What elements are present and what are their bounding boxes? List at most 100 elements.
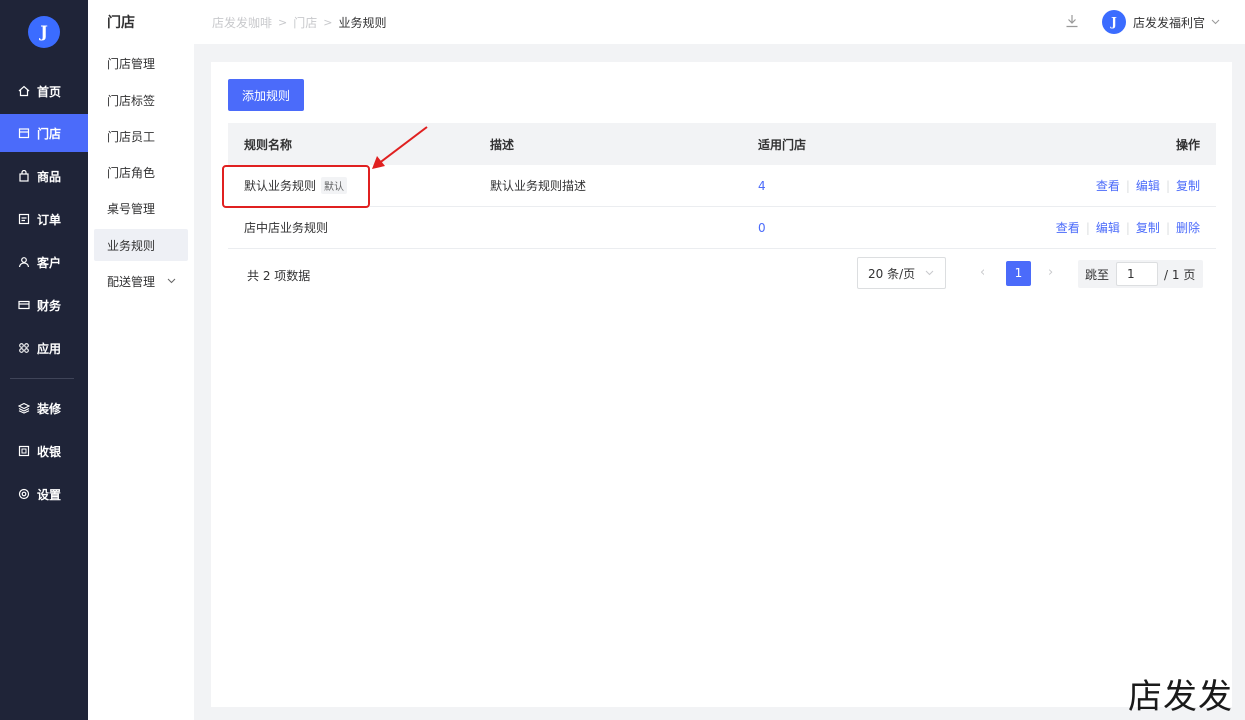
prev-page-icon[interactable]: ‹ — [980, 265, 985, 280]
page-size-value: 20 条/页 — [868, 266, 916, 281]
subnav-item-tables[interactable]: 桌号管理 — [94, 192, 188, 224]
subnav-item-delivery[interactable]: 配送管理 — [94, 265, 188, 297]
pagination: 共 2 项数据 20 条/页 ‹ 1 › 跳至 / 1 页 — [228, 257, 1216, 293]
row-actions: 查看 | 编辑 | 复制 | 删除 — [958, 219, 1216, 236]
chevron-down-icon — [167, 276, 176, 287]
total-count: 共 2 项数据 — [247, 269, 311, 283]
column-header: 适用门店 — [758, 137, 807, 152]
default-badge: 默认 — [321, 177, 348, 194]
nav-item-label: 订单 — [37, 212, 62, 227]
page-size-select[interactable]: 20 条/页 — [857, 257, 946, 289]
jump-page-input[interactable] — [1116, 262, 1159, 286]
subnav-item-label: 门店管理 — [107, 56, 156, 71]
store-count-link[interactable]: 4 — [758, 179, 766, 193]
user-name: 店发发福利官 — [1133, 15, 1206, 30]
nav-item-finance[interactable]: 财务 — [0, 286, 88, 324]
rule-name: 店中店业务规则 — [244, 221, 329, 235]
nav-item-settings[interactable]: 设置 — [0, 475, 88, 513]
divider: | — [1125, 179, 1130, 193]
nav-item-goods[interactable]: 商品 — [0, 157, 88, 195]
gear-icon — [17, 487, 31, 501]
nav-item-store[interactable]: 门店 — [0, 114, 88, 152]
subnav-item-label: 门店标签 — [107, 93, 156, 108]
avatar: J — [1102, 10, 1126, 34]
top-header: 店发发咖啡 > 门店 > 业务规则 J 店发发福利官 — [194, 0, 1245, 44]
breadcrumb-current: 业务规则 — [338, 16, 387, 30]
subnav-item-store-manage[interactable]: 门店管理 — [94, 47, 188, 79]
subnav-item-business-rules[interactable]: 业务规则 — [94, 229, 188, 261]
nav-item-label: 财务 — [37, 298, 62, 313]
subnav-item-label: 门店员工 — [107, 129, 156, 144]
nav-item-label: 商品 — [37, 169, 62, 184]
breadcrumb: 店发发咖啡 > 门店 > 业务规则 — [212, 14, 392, 31]
copy-link[interactable]: 复制 — [1136, 221, 1160, 235]
column-header: 操作 — [1175, 137, 1200, 152]
main-nav: J 首页 门店 商品 订单 客户 财务 应用 装修 收银 设置 — [0, 0, 88, 720]
download-icon[interactable] — [1064, 13, 1080, 29]
chevron-right-icon: > — [278, 16, 288, 29]
subnav-item-label: 业务规则 — [107, 238, 156, 253]
subnav-title: 门店 — [107, 15, 135, 31]
layers-icon — [17, 401, 31, 415]
store-count-link[interactable]: 0 — [758, 221, 766, 235]
nav-item-orders[interactable]: 订单 — [0, 200, 88, 238]
subnav-item-roles[interactable]: 门店角色 — [94, 156, 188, 188]
subnav-item-label: 配送管理 — [107, 274, 156, 289]
nav-item-customers[interactable]: 客户 — [0, 243, 88, 281]
watermark: 店发发 — [1128, 677, 1233, 717]
nav-item-label: 收银 — [37, 444, 62, 459]
sub-nav: 门店 门店管理 门店标签 门店员工 门店角色 桌号管理 业务规则 配送管理 — [88, 0, 194, 720]
edit-link[interactable]: 编辑 — [1136, 179, 1160, 193]
nav-item-label: 首页 — [37, 84, 62, 99]
nav-divider — [10, 378, 74, 379]
apps-icon — [17, 341, 31, 355]
nav-item-label: 设置 — [37, 487, 62, 502]
chevron-down-icon — [925, 268, 934, 279]
nav-item-decoration[interactable]: 装修 — [0, 389, 88, 427]
nav-item-label: 应用 — [37, 341, 62, 356]
column-header: 规则名称 — [244, 137, 293, 152]
page-number-current[interactable]: 1 — [1006, 261, 1031, 286]
user-menu[interactable]: J 店发发福利官 — [1102, 10, 1220, 34]
chevron-down-icon — [1211, 17, 1220, 28]
user-icon — [17, 255, 31, 269]
annotation-arrow — [372, 126, 428, 169]
nav-item-label: 装修 — [37, 401, 62, 416]
subnav-item-staff[interactable]: 门店员工 — [94, 120, 188, 152]
delete-link[interactable]: 删除 — [1176, 221, 1200, 235]
brand-logo[interactable]: J — [28, 16, 60, 48]
subnav-item-label: 桌号管理 — [107, 201, 156, 216]
row-actions: 查看 | 编辑 | 复制 — [958, 177, 1216, 194]
order-icon — [17, 212, 31, 226]
subnav-item-store-tags[interactable]: 门店标签 — [94, 84, 188, 116]
subnav-item-label: 门店角色 — [107, 165, 156, 180]
nav-item-cashier[interactable]: 收银 — [0, 432, 88, 470]
rule-description: 默认业务规则描述 — [490, 179, 587, 193]
add-rule-button[interactable]: 添加规则 — [228, 79, 304, 111]
rule-name-cell: 店中店业务规则 — [228, 219, 490, 236]
table-row: 店中店业务规则 0 查看 | 编辑 | 复制 | 删除 — [228, 207, 1216, 249]
cashier-icon — [17, 444, 31, 458]
divider: | — [1165, 221, 1170, 235]
divider: | — [1165, 179, 1170, 193]
breadcrumb-item[interactable]: 店发发咖啡 — [212, 14, 272, 31]
jump-label: 跳至 — [1085, 267, 1110, 282]
rule-name: 默认业务规则 — [244, 179, 317, 193]
view-link[interactable]: 查看 — [1096, 179, 1120, 193]
rule-name-cell: 默认业务规则 默认 — [228, 177, 490, 194]
breadcrumb-item[interactable]: 门店 — [293, 14, 317, 31]
nav-item-label: 客户 — [37, 255, 62, 270]
copy-link[interactable]: 复制 — [1176, 179, 1200, 193]
divider: | — [1125, 221, 1130, 235]
nav-item-home[interactable]: 首页 — [0, 72, 88, 110]
nav-item-apps[interactable]: 应用 — [0, 329, 88, 367]
next-page-icon[interactable]: › — [1048, 265, 1053, 280]
nav-item-label: 门店 — [37, 126, 62, 141]
edit-link[interactable]: 编辑 — [1096, 221, 1120, 235]
page-jumper: 跳至 / 1 页 — [1078, 260, 1204, 288]
view-link[interactable]: 查看 — [1056, 221, 1080, 235]
wallet-icon — [17, 298, 31, 312]
bag-icon — [17, 169, 31, 183]
chevron-right-icon: > — [323, 16, 333, 29]
store-icon — [17, 126, 31, 140]
